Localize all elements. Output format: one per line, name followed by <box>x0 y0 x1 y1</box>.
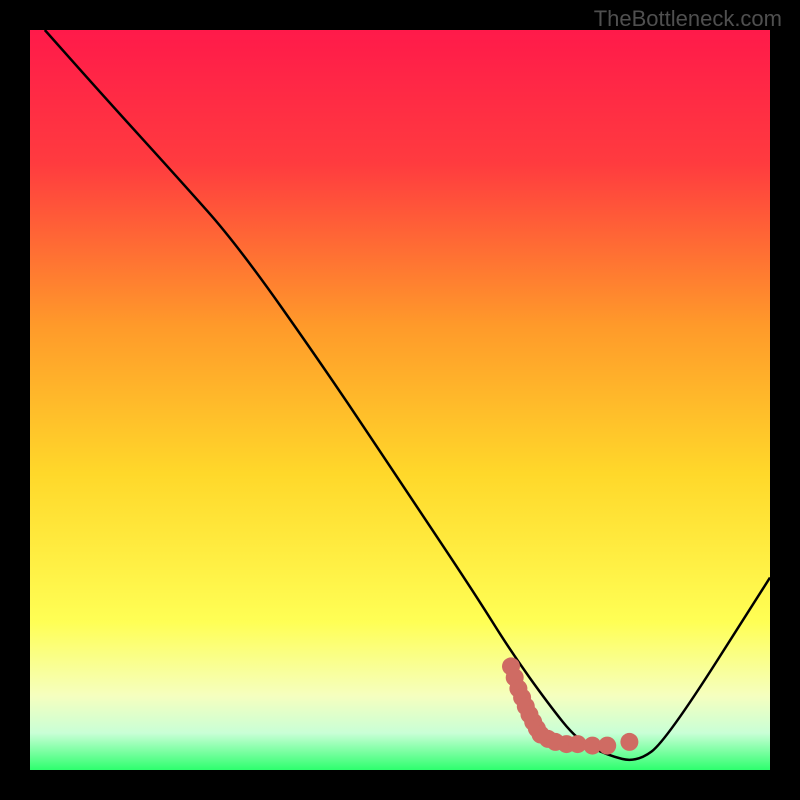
chart-background <box>30 30 770 770</box>
highlight-point <box>620 733 638 751</box>
chart-container <box>30 30 770 770</box>
chart-svg <box>30 30 770 770</box>
highlight-point <box>598 737 616 755</box>
watermark-text: TheBottleneck.com <box>594 6 782 32</box>
